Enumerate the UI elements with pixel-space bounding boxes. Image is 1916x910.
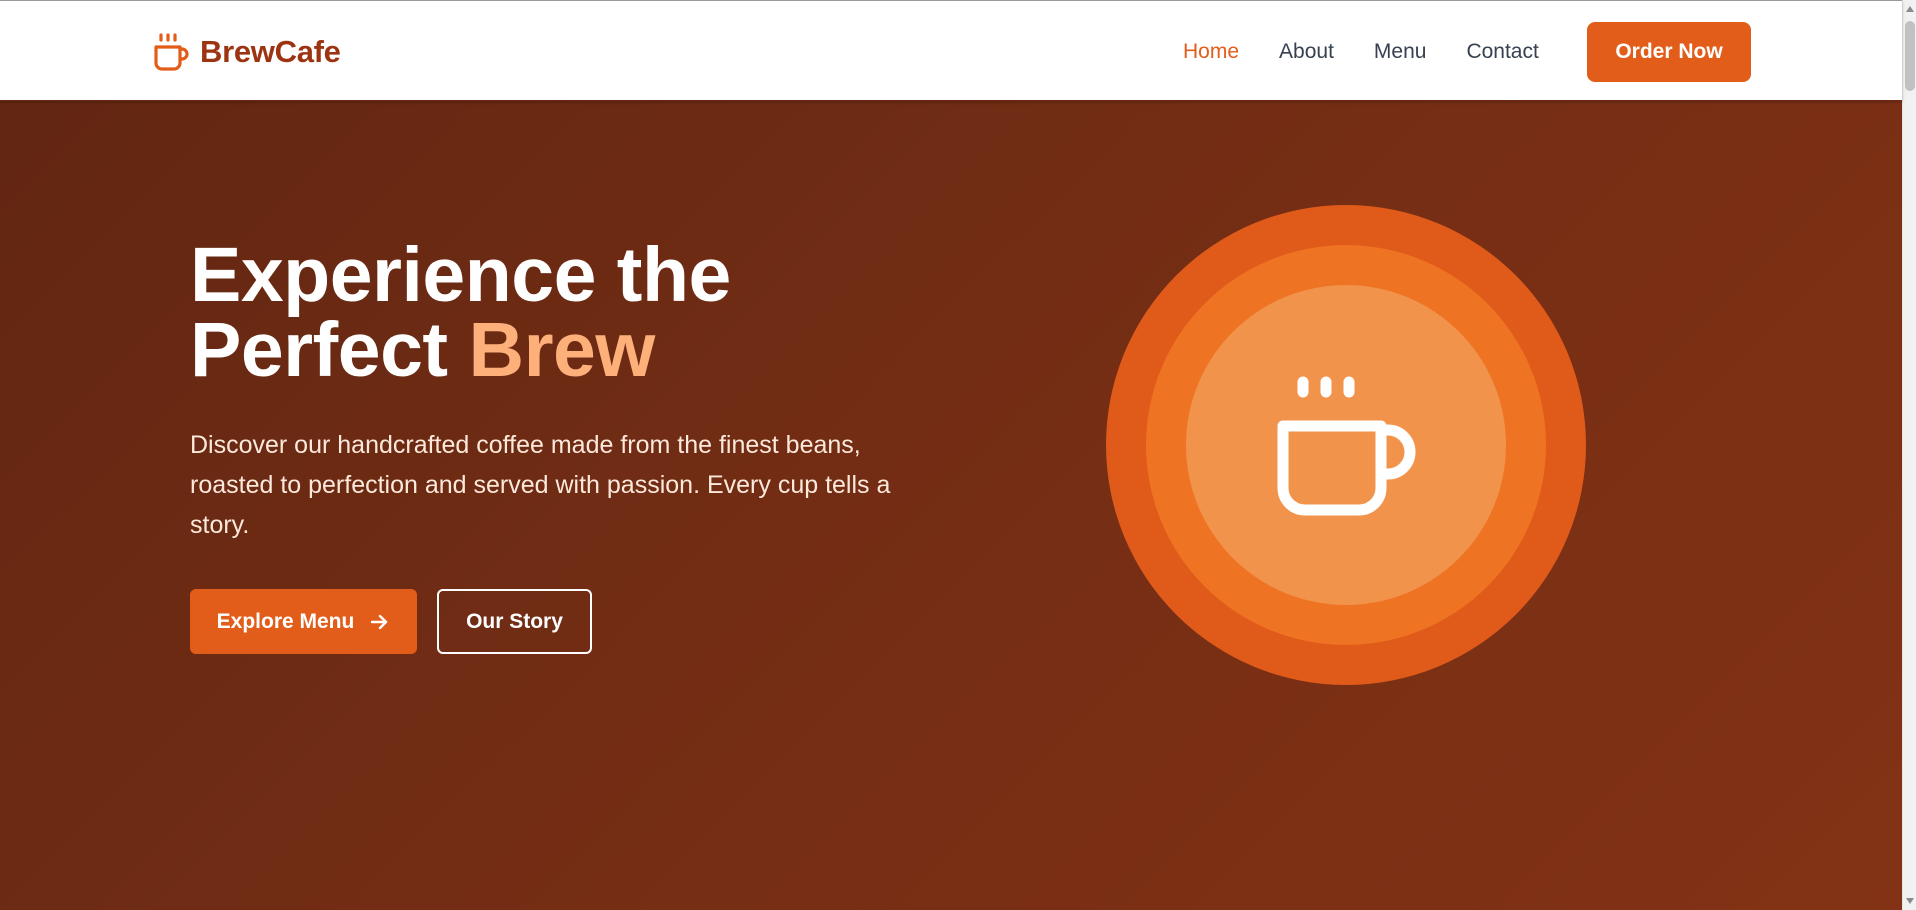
brand-name: BrewCafe bbox=[200, 34, 341, 69]
hero-description: Discover our handcrafted coffee made fro… bbox=[190, 431, 891, 539]
scrollbar-thumb[interactable] bbox=[1905, 21, 1915, 91]
arrow-right-icon bbox=[371, 614, 388, 629]
hero-title: Experience the Perfect Brew bbox=[190, 237, 731, 389]
explore-menu-label: Explore Menu bbox=[216, 609, 355, 633]
hero-title-line1: Experience the bbox=[190, 232, 731, 318]
nav-link-about[interactable]: About bbox=[1279, 37, 1334, 67]
nav-link-menu[interactable]: Menu bbox=[1374, 37, 1427, 67]
coffee-cup-icon bbox=[154, 33, 189, 71]
explore-menu-button[interactable]: Explore Menu bbox=[190, 589, 417, 654]
nav-links: Home About Menu Contact bbox=[1183, 37, 1539, 67]
vertical-scrollbar[interactable] bbox=[1902, 0, 1916, 910]
scroll-down-icon[interactable] bbox=[1905, 896, 1915, 906]
coffee-cup-icon bbox=[1277, 376, 1416, 516]
brand-logo-link[interactable]: BrewCafe bbox=[152, 31, 341, 73]
nav-link-contact[interactable]: Contact bbox=[1466, 37, 1538, 67]
page: BrewCafe Home About Menu Contact Order N… bbox=[0, 0, 1916, 910]
navbar: BrewCafe Home About Menu Contact Order N… bbox=[0, 0, 1902, 101]
scroll-up-icon[interactable] bbox=[1905, 4, 1915, 14]
our-story-button[interactable]: Our Story bbox=[437, 589, 592, 654]
nav-link-home[interactable]: Home bbox=[1183, 37, 1239, 67]
hero-title-line2: Perfect bbox=[190, 307, 469, 393]
hero-title-accent: Brew bbox=[468, 307, 655, 393]
order-now-button[interactable]: Order Now bbox=[1587, 22, 1751, 82]
